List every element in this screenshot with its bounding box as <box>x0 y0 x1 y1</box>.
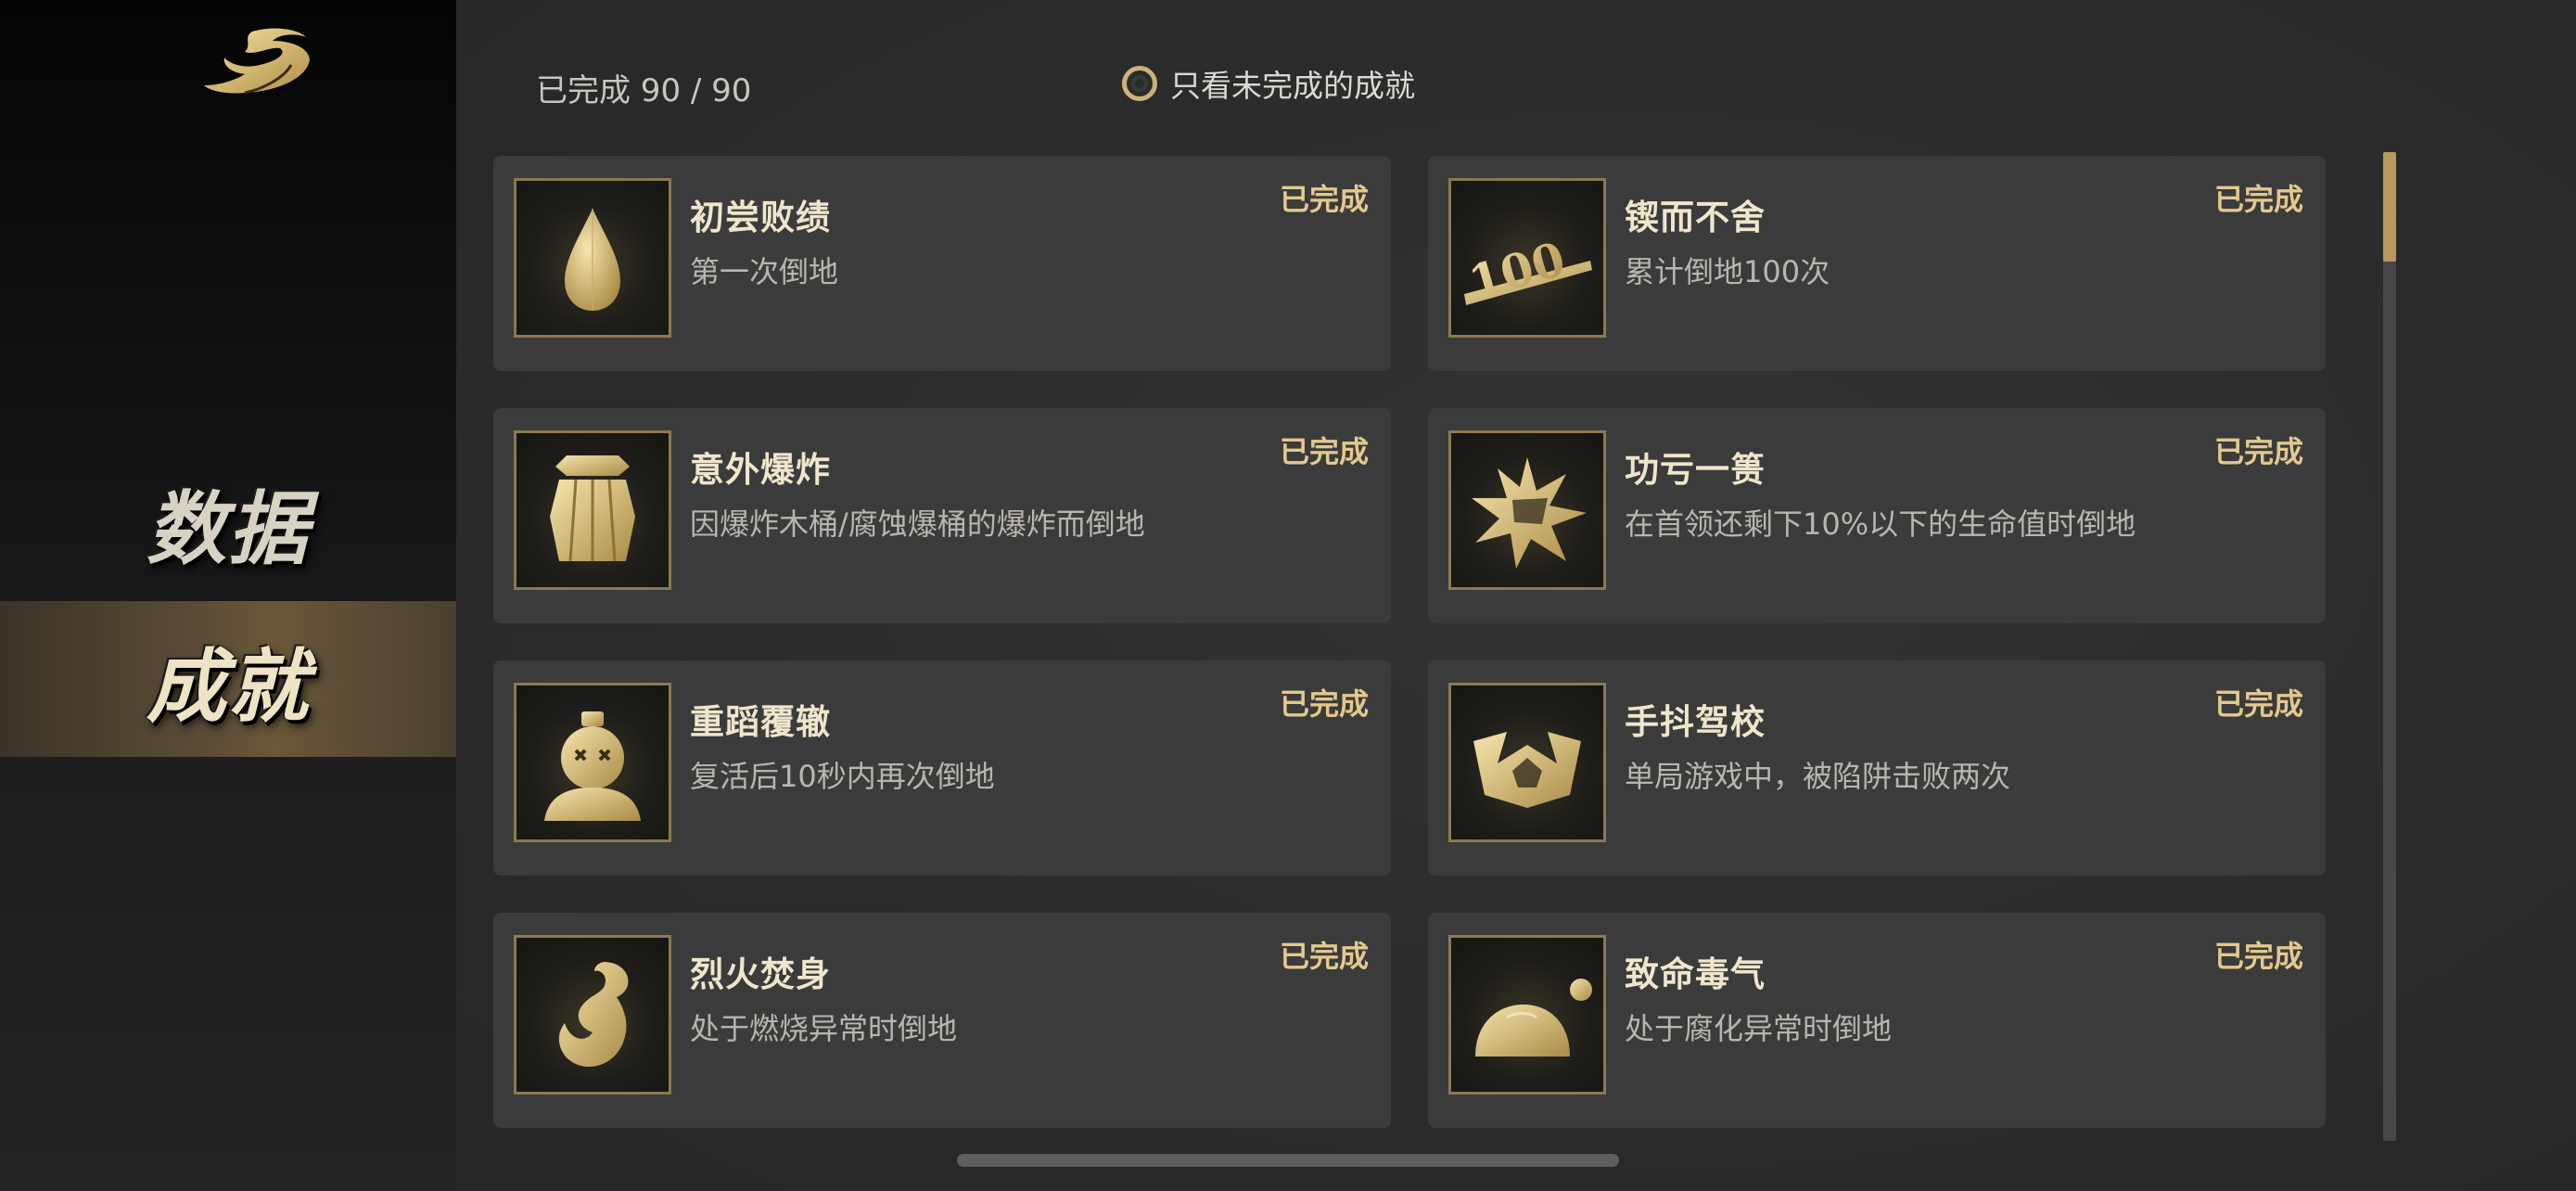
achievement-title: 手抖驾校 <box>1625 702 1766 742</box>
nav-item-achievements-label: 成就 <box>147 639 310 734</box>
hundred-icon-text: 100 <box>1463 231 1572 310</box>
achievement-card[interactable]: 致命毒气 处于腐化异常时倒地 已完成 <box>1428 913 2326 1128</box>
achievement-desc: 因爆炸木桶/腐蚀爆桶的爆炸而倒地 <box>690 506 1145 542</box>
achievement-status: 已完成 <box>1279 686 1369 722</box>
achievement-desc: 累计倒地100次 <box>1625 254 1830 289</box>
achievement-desc: 处于腐化异常时倒地 <box>1625 1011 1893 1046</box>
incomplete-only-filter[interactable]: 只看未完成的成就 <box>1122 61 1415 106</box>
achievement-desc: 处于燃烧异常时倒地 <box>690 1011 958 1046</box>
droplet-icon <box>514 178 671 338</box>
trap-icon <box>1448 683 1606 842</box>
achievement-card[interactable]: 100 锲而不舍 累计倒地100次 已完成 <box>1428 156 2326 371</box>
nav-item-data-label: 数据 <box>147 481 310 576</box>
achievement-status: 已完成 <box>2213 434 2303 469</box>
barrel-icon <box>514 430 671 590</box>
achievement-desc: 复活后10秒内再次倒地 <box>690 759 995 794</box>
flame-icon <box>514 935 671 1095</box>
nav-item-data[interactable]: 数据 <box>0 443 456 599</box>
nav-item-achievements[interactable]: 成就 <box>0 601 456 757</box>
achievement-title: 重蹈覆辙 <box>690 702 831 742</box>
achievement-title: 锲而不舍 <box>1625 198 1766 237</box>
achievement-desc: 在首领还剩下10%以下的生命值时倒地 <box>1625 506 2136 542</box>
achievement-card[interactable]: 重蹈覆辙 复活后10秒内再次倒地 已完成 <box>493 660 1391 876</box>
scrollbar-thumb[interactable] <box>2383 152 2396 262</box>
burst-icon <box>1448 430 1606 590</box>
achievement-card[interactable]: 烈火焚身 处于燃烧异常时倒地 已完成 <box>493 913 1391 1128</box>
achievement-title: 意外爆炸 <box>690 450 831 490</box>
achievement-title: 烈火焚身 <box>690 954 831 994</box>
achievement-title: 初尝败绩 <box>690 198 831 237</box>
achievement-status: 已完成 <box>2213 182 2303 217</box>
achievement-title: 致命毒气 <box>1625 954 1766 994</box>
achievement-status: 已完成 <box>2213 686 2303 722</box>
achievement-status: 已完成 <box>1279 182 1369 217</box>
achievement-card[interactable]: 意外爆炸 因爆炸木桶/腐蚀爆桶的爆炸而倒地 已完成 <box>493 408 1391 623</box>
dragon-emblem-icon <box>204 28 310 95</box>
hundred-icon: 100 <box>1448 178 1606 338</box>
vertical-scrollbar[interactable] <box>2383 152 2396 1141</box>
sidebar: 数据 成就 <box>0 0 456 1191</box>
poison-dome-icon <box>1448 935 1606 1095</box>
home-indicator-bar[interactable] <box>957 1154 1619 1167</box>
achievement-card[interactable]: 初尝败绩 第一次倒地 已完成 <box>493 156 1391 371</box>
achievement-title: 功亏一篑 <box>1625 450 1766 490</box>
dead-bust-icon <box>514 683 671 842</box>
completion-counter: 已完成 90 / 90 <box>536 72 752 109</box>
achievement-card[interactable]: 手抖驾校 单局游戏中，被陷阱击败两次 已完成 <box>1428 660 2326 876</box>
achievement-desc: 第一次倒地 <box>690 254 839 289</box>
filter-label: 只看未完成的成就 <box>1170 68 1415 104</box>
achievement-status: 已完成 <box>1279 939 1369 974</box>
achievement-desc: 单局游戏中，被陷阱击败两次 <box>1625 759 2011 794</box>
achievement-card[interactable]: 功亏一篑 在首领还剩下10%以下的生命值时倒地 已完成 <box>1428 408 2326 623</box>
filter-radio[interactable] <box>1122 66 1157 101</box>
achievement-status: 已完成 <box>2213 939 2303 974</box>
achievement-status: 已完成 <box>1279 434 1369 469</box>
